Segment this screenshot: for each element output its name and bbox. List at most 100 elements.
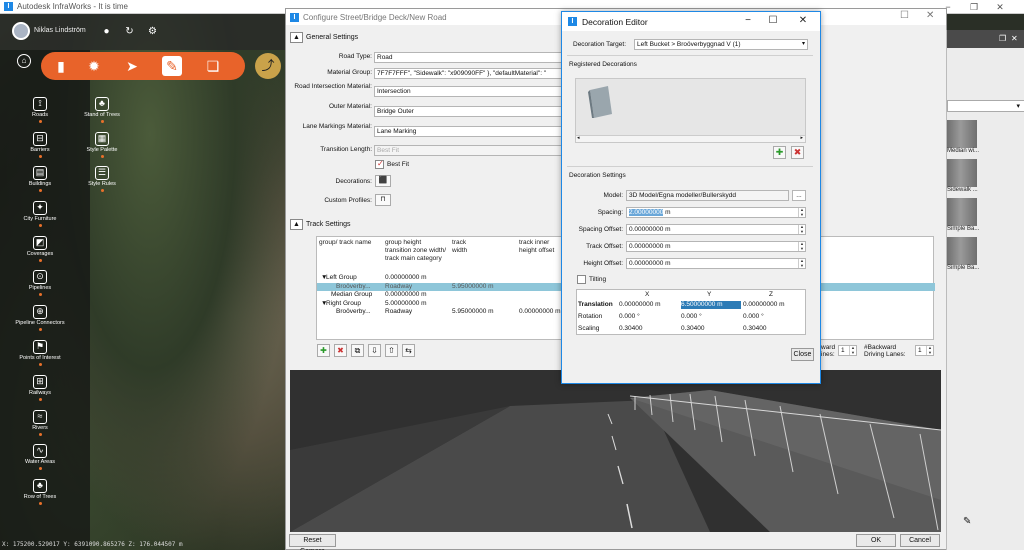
sidebar-item-railway[interactable]: ⊞ Railways — [10, 375, 70, 401]
height-offset-field[interactable]: 0.00000000 m ▲ ▼ — [626, 258, 806, 269]
collapse-icon[interactable]: ▲ — [290, 219, 303, 230]
settings-tool-icon[interactable]: ✹ — [84, 56, 104, 76]
avatar[interactable] — [12, 22, 30, 40]
style-thumbnail[interactable] — [947, 120, 977, 148]
material-group-field[interactable]: 7F7F7FFF", "Sidewalk": "x909090FF" }, "d… — [374, 68, 564, 79]
table-cell[interactable]: 0.00000000 m — [619, 301, 661, 309]
add-icon[interactable]: ✚ — [317, 344, 330, 357]
outer-field[interactable]: Bridge Outer — [374, 106, 564, 117]
track-settings-header[interactable]: ▲ Track Settings — [290, 219, 350, 230]
spacing-field[interactable]: 2.00000000 m ▲ ▼ — [626, 207, 806, 218]
table-cell[interactable]: 0.000 ° — [681, 313, 702, 321]
add-decoration-icon[interactable]: ✚ — [773, 146, 786, 159]
sidebar-item-furniture[interactable]: ✦ City Furniture — [10, 201, 70, 227]
model-field[interactable]: 3D Model/Egna modeller/Bullerskydd — [626, 190, 789, 201]
sidebar-item-coverage[interactable]: ◩ Coverages — [10, 236, 70, 262]
settings-gear-icon[interactable]: ⚙ — [147, 26, 158, 37]
table-cell[interactable]: 0.30400 — [743, 325, 767, 333]
sidebar-item-palette[interactable]: ▦ Style Palette — [72, 132, 132, 158]
cancel-button[interactable]: Cancel — [900, 534, 940, 547]
remove-decoration-icon[interactable]: ✖ — [791, 146, 804, 159]
transition-field[interactable]: Best Fit — [374, 145, 564, 156]
table-cell[interactable]: 0.00000000 m — [743, 301, 785, 309]
model-tool-icon[interactable]: ▮ — [51, 56, 71, 76]
delete-icon[interactable]: ✖ — [334, 344, 347, 357]
table-cell[interactable]: 0.30400 — [619, 325, 643, 333]
configure-close-icon[interactable]: ✕ — [926, 10, 934, 21]
style-thumbnail[interactable] — [947, 198, 977, 226]
sidebar-item-water[interactable]: ∿ Water Areas — [10, 444, 70, 470]
sidebar-item-road[interactable]: ⟟ Roads — [10, 97, 70, 123]
intersection-field[interactable]: Intersection — [374, 86, 564, 97]
table-cell[interactable]: 0.000 ° — [743, 313, 764, 321]
decoration-thumbnail[interactable] — [586, 84, 616, 118]
dialog-minimize-icon[interactable]: − — [740, 14, 756, 28]
track-offset-field[interactable]: 0.00000000 m ▲ ▼ — [626, 241, 806, 252]
analyze-icon[interactable]: ⤴ — [255, 53, 281, 79]
sidebar-item-connector[interactable]: ⊕ Pipeline Connectors — [10, 305, 70, 331]
spin-icon[interactable]: ▲ ▼ — [798, 242, 805, 251]
app-title: Autodesk InfraWorks - It is time — [17, 2, 128, 11]
status-dot — [38, 467, 42, 470]
custom-profiles-icon[interactable]: ⊓ — [375, 194, 391, 206]
scroll-left-icon[interactable]: ◂ — [577, 135, 580, 141]
select-tool-icon[interactable]: ➤ — [122, 56, 142, 76]
pencil-icon[interactable]: ✎ — [963, 516, 971, 527]
sidebar-item-poi[interactable]: ⚑ Points of Interest — [10, 340, 70, 366]
panel-category-select[interactable]: ▾ — [947, 100, 1024, 112]
road-type-field[interactable]: Road — [374, 52, 564, 63]
table-cell[interactable]: 6.50000000 m — [681, 301, 741, 309]
lane-field[interactable]: Lane Marking — [374, 126, 564, 137]
sidebar-item-building[interactable]: ▤ Buildings — [10, 166, 70, 192]
horizontal-scrollbar[interactable]: ◂ ▸ — [576, 135, 805, 142]
sync-icon[interactable]: ↻ — [124, 26, 135, 37]
home-icon[interactable]: ⌂ — [17, 54, 31, 68]
export-icon[interactable]: ⇆ — [402, 344, 415, 357]
ok-button[interactable]: OK — [856, 534, 896, 547]
configure-restore-icon[interactable]: ☐ — [900, 10, 909, 21]
model-browse-button[interactable]: ... — [792, 190, 806, 201]
restore-icon[interactable]: ❐ — [961, 0, 987, 14]
scroll-right-icon[interactable]: ▸ — [800, 135, 803, 141]
move-up-icon[interactable]: ⇧ — [385, 344, 398, 357]
close-icon[interactable]: ✕ — [987, 0, 1013, 14]
sidebar-item-tree-row[interactable]: ♣ Row of Trees — [10, 479, 70, 505]
decorations-edit-icon[interactable]: ⬛ — [375, 175, 391, 187]
spin-icon[interactable]: ▲ ▼ — [926, 346, 933, 355]
dialog-close-icon[interactable]: ✕ — [795, 14, 811, 28]
preview-viewport[interactable] — [290, 370, 941, 532]
tilting-checkbox[interactable] — [577, 275, 586, 284]
reset-camera-button[interactable]: Reset Camera — [289, 534, 336, 550]
spin-icon[interactable]: ▲ ▼ — [798, 208, 805, 217]
decoration-target-select[interactable]: Left Bucket > Broöverbyggnad V (1) ▾ — [634, 39, 808, 50]
general-settings-header[interactable]: ▲ General Settings — [290, 32, 358, 43]
sidebar-item-river[interactable]: ≈ Rivers — [10, 410, 70, 436]
registered-decorations-list[interactable]: ◂ ▸ — [575, 78, 806, 143]
best-fit-checkbox[interactable] — [375, 159, 384, 169]
panel-restore-icon[interactable]: ❐ — [999, 34, 1006, 43]
style-thumbnail[interactable] — [947, 237, 977, 265]
spacing-offset-field[interactable]: 0.00000000 m ▲ ▼ — [626, 224, 806, 235]
spin-icon[interactable]: ▲ ▼ — [849, 346, 856, 355]
record-icon[interactable]: ● — [101, 26, 112, 37]
move-down-icon[interactable]: ⇩ — [368, 344, 381, 357]
table-cell[interactable]: 0.000 ° — [619, 313, 640, 321]
sidebar-item-rules[interactable]: ☰ Style Rules — [72, 166, 132, 192]
table-cell[interactable]: 0.30400 — [681, 325, 705, 333]
layers-tool-icon[interactable]: ❏ — [203, 56, 223, 76]
style-thumbnail[interactable] — [947, 159, 977, 187]
sidebar-item-barrier[interactable]: ⊟ Barriers — [10, 132, 70, 158]
status-dot — [38, 259, 42, 262]
spin-icon[interactable]: ▲ ▼ — [798, 225, 805, 234]
panel-close-icon[interactable]: ✕ — [1011, 34, 1018, 43]
backward-lanes-stepper[interactable]: 1 ▲ ▼ — [915, 345, 934, 356]
sidebar-item-pipeline[interactable]: ⊙ Pipelines — [10, 270, 70, 296]
copy-icon[interactable]: ⧉ — [351, 344, 364, 357]
collapse-icon[interactable]: ▲ — [290, 32, 303, 43]
draw-tool-icon[interactable]: ✎ — [162, 56, 182, 76]
close-button[interactable]: Close — [791, 348, 814, 361]
dialog-maximize-icon[interactable]: ☐ — [765, 14, 781, 28]
sidebar-item-trees[interactable]: ♣ Stand of Trees — [72, 97, 132, 123]
spin-icon[interactable]: ▲ ▼ — [798, 259, 805, 268]
forward-lanes-stepper[interactable]: 1 ▲ ▼ — [838, 345, 857, 356]
